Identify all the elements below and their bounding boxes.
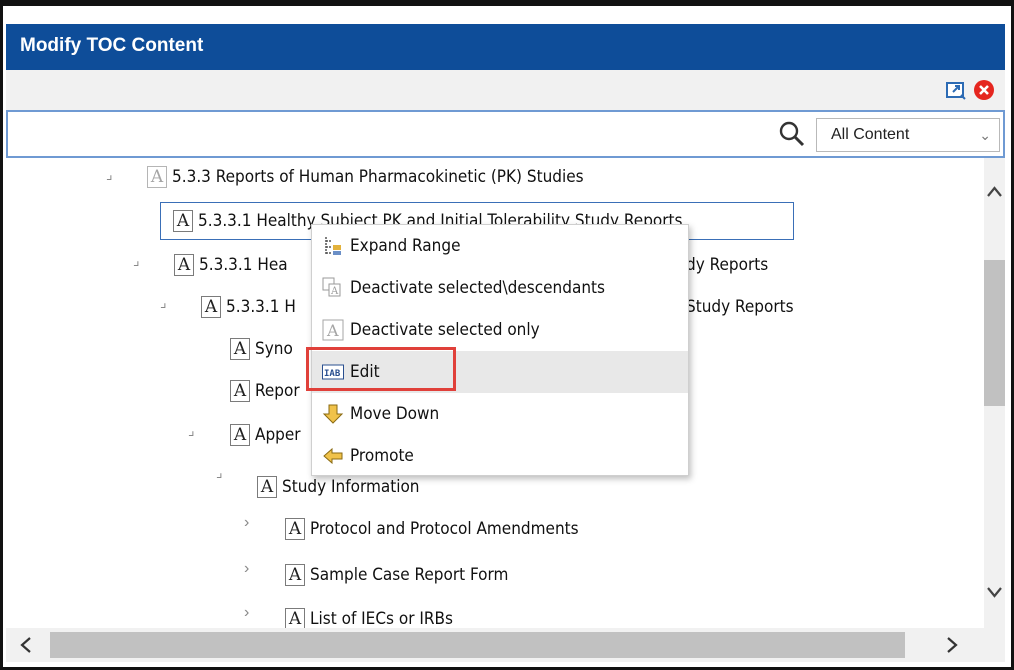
scroll-right-icon[interactable] — [946, 637, 958, 653]
document-icon: A — [230, 380, 250, 402]
tree-node-label: 5.3.3.1 Hea — [199, 255, 288, 275]
menu-item-label: Edit — [350, 362, 380, 382]
tree-node-label: 5.3.3.1 H — [226, 297, 296, 317]
horizontal-scrollbar[interactable] — [6, 628, 1005, 662]
document-icon: A — [201, 296, 221, 318]
document-icon: A — [285, 564, 305, 586]
edit-text-icon: IAB — [322, 364, 344, 380]
expand-icon[interactable]: › — [244, 604, 249, 622]
tree-node[interactable]: A Apper — [230, 420, 301, 450]
tree-node-label: 5.3.3 Reports of Human Pharmacokinetic (… — [172, 167, 584, 187]
document-icon: A — [285, 518, 305, 540]
dialog-title: Modify TOC Content — [6, 24, 1005, 70]
menu-item-label: Deactivate selected\descendants — [350, 278, 605, 298]
menu-item-deactivate-only[interactable]: A Deactivate selected only — [312, 309, 688, 351]
tree-node-label-tail: dy Reports — [686, 255, 769, 275]
content-filter-select[interactable]: All Content ⌄ — [816, 118, 1000, 152]
menu-item-move-down[interactable]: Move Down — [312, 393, 688, 435]
scroll-down-icon[interactable] — [987, 586, 1002, 598]
tree-node-label: Syno — [255, 339, 293, 359]
tree-node-label: Sample Case Report Form — [310, 565, 509, 585]
tree-node-label: Apper — [255, 425, 301, 445]
menu-item-promote[interactable]: Promote — [312, 435, 688, 477]
menu-item-edit[interactable]: IAB Edit — [312, 351, 688, 393]
tree-node[interactable]: A List of IECs or IRBs — [285, 604, 453, 628]
tree-node[interactable]: A 5.3.3 Reports of Human Pharmacokinetic … — [147, 162, 584, 192]
document-icon: A — [257, 476, 277, 498]
deactivate-only-icon: A — [322, 319, 344, 341]
document-icon: A — [174, 254, 194, 276]
svg-text:A: A — [330, 286, 339, 297]
deactivate-descendants-icon: A — [322, 277, 341, 297]
tree-node[interactable]: A Sample Case Report Form — [285, 560, 508, 590]
document-icon: A — [230, 338, 250, 360]
arrow-down-icon — [322, 404, 344, 424]
tree-node[interactable]: A Protocol and Protocol Amendments — [285, 514, 579, 544]
close-icon[interactable] — [973, 79, 995, 101]
collapse-icon[interactable]: ⌟ — [216, 464, 223, 481]
tree-node-label: Repor — [255, 381, 300, 401]
tree-node[interactable]: A 5.3.3.1 Hea — [174, 250, 288, 280]
tree-node-label: Study Information — [282, 477, 420, 497]
menu-item-label: Promote — [350, 446, 414, 466]
search-bar: All Content ⌄ — [6, 110, 1005, 158]
menu-item-expand-range[interactable]: Expand Range — [312, 225, 688, 267]
expand-icon[interactable]: › — [244, 560, 249, 578]
tree-node-label: Protocol and Protocol Amendments — [310, 519, 579, 539]
expand-icon[interactable]: › — [244, 514, 249, 532]
context-menu: Expand Range A Deactivate selected\desce… — [311, 224, 689, 476]
tree-node-label-tail: Study Reports — [686, 297, 794, 317]
search-input[interactable] — [12, 116, 772, 154]
search-icon[interactable] — [778, 120, 806, 148]
content-filter-value: All Content — [831, 126, 910, 143]
menu-item-label: Deactivate selected only — [350, 320, 540, 340]
document-icon: A — [147, 166, 167, 188]
horizontal-scroll-thumb[interactable] — [50, 632, 905, 658]
tree-node[interactable]: A Syno — [230, 334, 293, 364]
tree-node[interactable]: A Repor — [230, 376, 300, 406]
export-icon[interactable] — [945, 79, 967, 101]
document-icon: A — [285, 608, 305, 628]
collapse-icon[interactable]: ⌟ — [188, 422, 195, 439]
svg-text:A: A — [326, 321, 339, 340]
vertical-scrollbar[interactable] — [984, 158, 1005, 628]
chevron-down-icon: ⌄ — [979, 127, 991, 143]
menu-item-label: Move Down — [350, 404, 440, 424]
menu-item-deactivate-descendants[interactable]: A Deactivate selected\descendants — [312, 267, 688, 309]
document-icon: A — [173, 210, 193, 232]
scroll-left-icon[interactable] — [20, 637, 32, 653]
collapse-icon[interactable]: ⌟ — [106, 166, 113, 183]
scroll-up-icon[interactable] — [987, 186, 1002, 198]
collapse-icon[interactable]: ⌟ — [160, 294, 167, 311]
tree-node-label: List of IECs or IRBs — [310, 609, 453, 628]
vertical-scroll-thumb[interactable] — [984, 260, 1005, 406]
toolbar — [6, 70, 1005, 110]
arrow-left-icon — [323, 447, 343, 465]
menu-item-label: Expand Range — [350, 236, 461, 256]
svg-text:IAB: IAB — [324, 369, 341, 379]
expand-range-icon — [325, 237, 341, 255]
document-icon: A — [230, 424, 250, 446]
tree-node[interactable]: A 5.3.3.1 H — [201, 292, 296, 322]
collapse-icon[interactable]: ⌟ — [133, 252, 140, 269]
